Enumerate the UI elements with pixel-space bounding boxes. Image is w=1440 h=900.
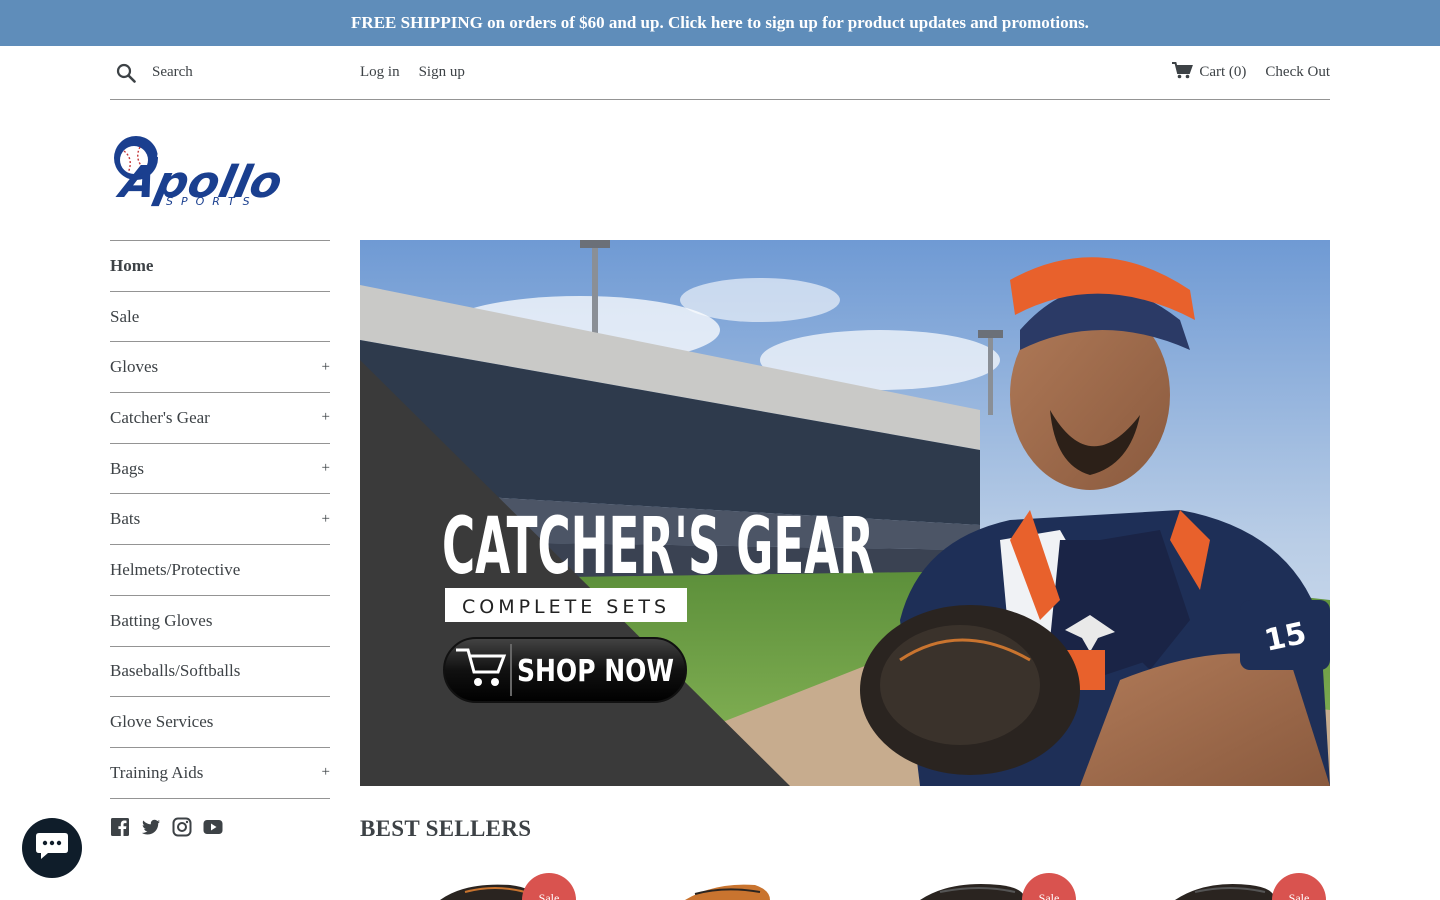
hero-banner[interactable]: 15 CATCHER'S GEAR COMPLETE SETS SHOP NOW: [360, 240, 1330, 786]
twitter-icon[interactable]: [141, 817, 161, 837]
search-icon[interactable]: [116, 63, 136, 83]
sidebar-item-home[interactable]: Home: [110, 241, 330, 292]
sidebar-item-helmets-protective[interactable]: Helmets/Protective: [110, 545, 330, 596]
chat-icon: [35, 831, 69, 865]
hero-headline: CATCHER'S GEAR: [442, 502, 874, 592]
sidebar-nav: Home Sale Gloves + Catcher's Gear + Bags…: [110, 240, 330, 799]
search-input[interactable]: [152, 64, 332, 81]
hero-subheadline: COMPLETE SETS: [462, 596, 670, 618]
product-card[interactable]: [1165, 870, 1365, 900]
expand-icon[interactable]: +: [322, 359, 330, 376]
cart-link[interactable]: Cart (0): [1171, 61, 1246, 84]
sidebar-item-label: Batting Gloves: [110, 610, 213, 630]
sidebar-item-label: Catcher's Gear: [110, 407, 210, 427]
social-links: [110, 817, 223, 837]
apollo-sports-logo[interactable]: Apollo SPORTS: [110, 133, 292, 209]
top-utility-bar: Log in Sign up Cart (0) Check Out: [110, 46, 1330, 100]
sidebar-item-baseballs-softballs[interactable]: Baseballs/Softballs: [110, 647, 330, 698]
login-link[interactable]: Log in: [360, 64, 400, 81]
sidebar-item-gloves[interactable]: Gloves +: [110, 342, 330, 394]
checkout-link[interactable]: Check Out: [1265, 64, 1330, 81]
account-links: Log in Sign up: [360, 64, 465, 81]
sidebar-item-label: Training Aids: [110, 762, 204, 782]
product-card[interactable]: [910, 870, 1110, 900]
sidebar-item-training-aids[interactable]: Training Aids +: [110, 748, 330, 799]
sidebar-item-sale[interactable]: Sale: [110, 292, 330, 343]
best-sellers-heading: BEST SELLERS: [360, 816, 532, 841]
sidebar-item-batting-gloves[interactable]: Batting Gloves: [110, 596, 330, 647]
facebook-icon[interactable]: [110, 817, 130, 837]
expand-icon[interactable]: +: [322, 764, 330, 781]
sidebar-item-bags[interactable]: Bags +: [110, 444, 330, 495]
expand-icon[interactable]: +: [322, 511, 330, 528]
instagram-icon[interactable]: [172, 817, 192, 837]
sidebar-item-label: Helmets/Protective: [110, 559, 241, 579]
sidebar-item-label: Bats: [110, 509, 141, 529]
sidebar-item-label: Bags: [110, 458, 144, 478]
signup-link[interactable]: Sign up: [419, 64, 465, 81]
sidebar-item-bats[interactable]: Bats +: [110, 494, 330, 546]
sidebar-item-label: Home: [110, 255, 154, 275]
sidebar-item-glove-services[interactable]: Glove Services: [110, 697, 330, 748]
chat-button[interactable]: [22, 818, 82, 878]
sidebar-item-catchers-gear[interactable]: Catcher's Gear +: [110, 393, 330, 444]
sidebar-item-label: Glove Services: [110, 712, 214, 732]
expand-icon[interactable]: +: [322, 460, 330, 477]
youtube-icon[interactable]: [203, 817, 223, 837]
announcement-text: FREE SHIPPING on orders of $60 and up. C…: [351, 13, 1089, 32]
cart-icon: [1171, 61, 1194, 84]
sidebar-item-label: Gloves: [110, 357, 159, 377]
product-card[interactable]: [675, 870, 875, 900]
cart-label: Cart (0): [1199, 64, 1247, 80]
search-form: [110, 63, 360, 83]
expand-icon[interactable]: +: [322, 409, 330, 426]
sidebar-item-label: Baseballs/Softballs: [110, 661, 241, 681]
announcement-bar[interactable]: FREE SHIPPING on orders of $60 and up. C…: [0, 0, 1440, 46]
svg-text:SPORTS: SPORTS: [166, 195, 258, 208]
sidebar-item-label: Sale: [110, 306, 140, 326]
cart-links: Cart (0) Check Out: [1171, 61, 1330, 84]
shop-now-label: SHOP NOW: [517, 654, 674, 689]
